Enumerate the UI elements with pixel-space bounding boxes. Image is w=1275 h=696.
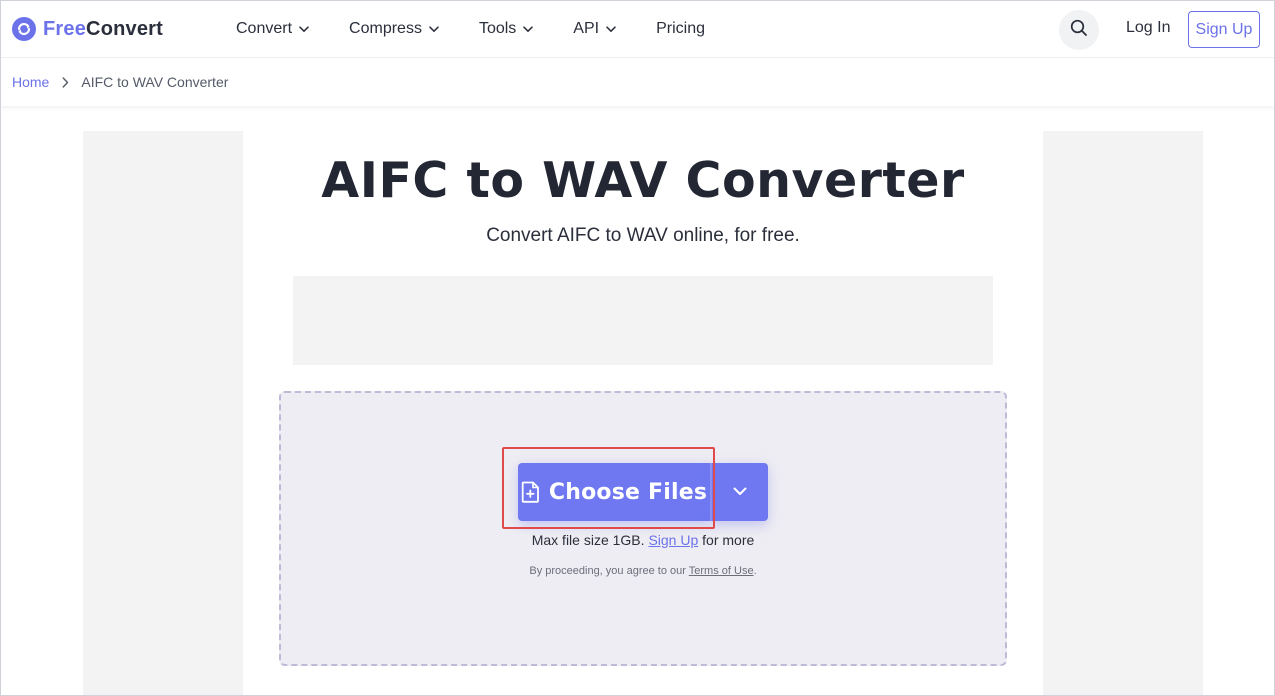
main-nav: Convert Compress Tools API Pricing [236, 18, 705, 40]
file-plus-icon [521, 481, 540, 503]
terms-note: By proceeding, you agree to our Terms of… [279, 565, 1007, 577]
logo-text: FreeConvert [43, 18, 163, 41]
search-button[interactable] [1059, 10, 1099, 50]
nav-item-api[interactable]: API [573, 18, 616, 40]
max-file-size-note: Max file size 1GB. Sign Up for more [279, 532, 1007, 548]
breadcrumb: Home AIFC to WAV Converter [12, 74, 228, 90]
signup-button[interactable]: Sign Up [1188, 11, 1260, 48]
nav-item-convert[interactable]: Convert [236, 18, 309, 40]
freeconvert-logo-icon [12, 17, 36, 41]
chevron-down-icon [733, 483, 747, 501]
chevron-down-icon [429, 24, 439, 34]
nav-item-compress[interactable]: Compress [349, 18, 439, 40]
breadcrumb-current: AIFC to WAV Converter [81, 74, 229, 90]
search-icon [1070, 19, 1088, 42]
upload-source-dropdown-button[interactable] [712, 463, 768, 521]
max-size-text: Max file size 1GB. [531, 532, 645, 548]
site-header: FreeConvert Convert Compress Tools API P… [0, 0, 1275, 58]
chevron-down-icon [606, 24, 616, 34]
nav-item-label: Compress [349, 20, 422, 37]
terms-of-use-link[interactable]: Terms of Use [689, 565, 754, 577]
terms-prefix: By proceeding, you agree to our [529, 565, 686, 577]
logo-text-convert: Convert [86, 17, 164, 40]
breadcrumb-bar: Home AIFC to WAV Converter [0, 58, 1275, 106]
login-link[interactable]: Log In [1126, 19, 1170, 37]
nav-item-label: Convert [236, 20, 293, 37]
terms-suffix: . [753, 565, 757, 577]
nav-item-label: Pricing [656, 20, 705, 37]
choose-files-button[interactable]: Choose Files [518, 463, 710, 521]
chevron-down-icon [523, 24, 534, 34]
logo-text-free: Free [43, 17, 87, 40]
choose-files-label: Choose Files [548, 479, 708, 505]
nav-item-label: Tools [478, 20, 517, 37]
nav-item-label: API [573, 20, 600, 37]
signup-inline-link[interactable]: Sign Up [648, 532, 698, 548]
left-ad-panel [83, 131, 243, 696]
page-subtitle: Convert AIFC to WAV online, for free. [486, 225, 800, 246]
right-ad-panel [1043, 131, 1203, 696]
ad-banner [293, 276, 993, 365]
breadcrumb-home-link[interactable]: Home [12, 74, 49, 90]
nav-item-pricing[interactable]: Pricing [656, 18, 705, 40]
page-title: AIFC to WAV Converter [321, 152, 965, 209]
nav-item-tools[interactable]: Tools [478, 18, 534, 40]
chevron-right-icon [62, 76, 69, 88]
max-size-suffix: for more [702, 532, 755, 548]
chevron-down-icon [299, 24, 309, 34]
logo[interactable]: FreeConvert [12, 17, 163, 41]
file-dropzone[interactable] [279, 391, 1007, 666]
